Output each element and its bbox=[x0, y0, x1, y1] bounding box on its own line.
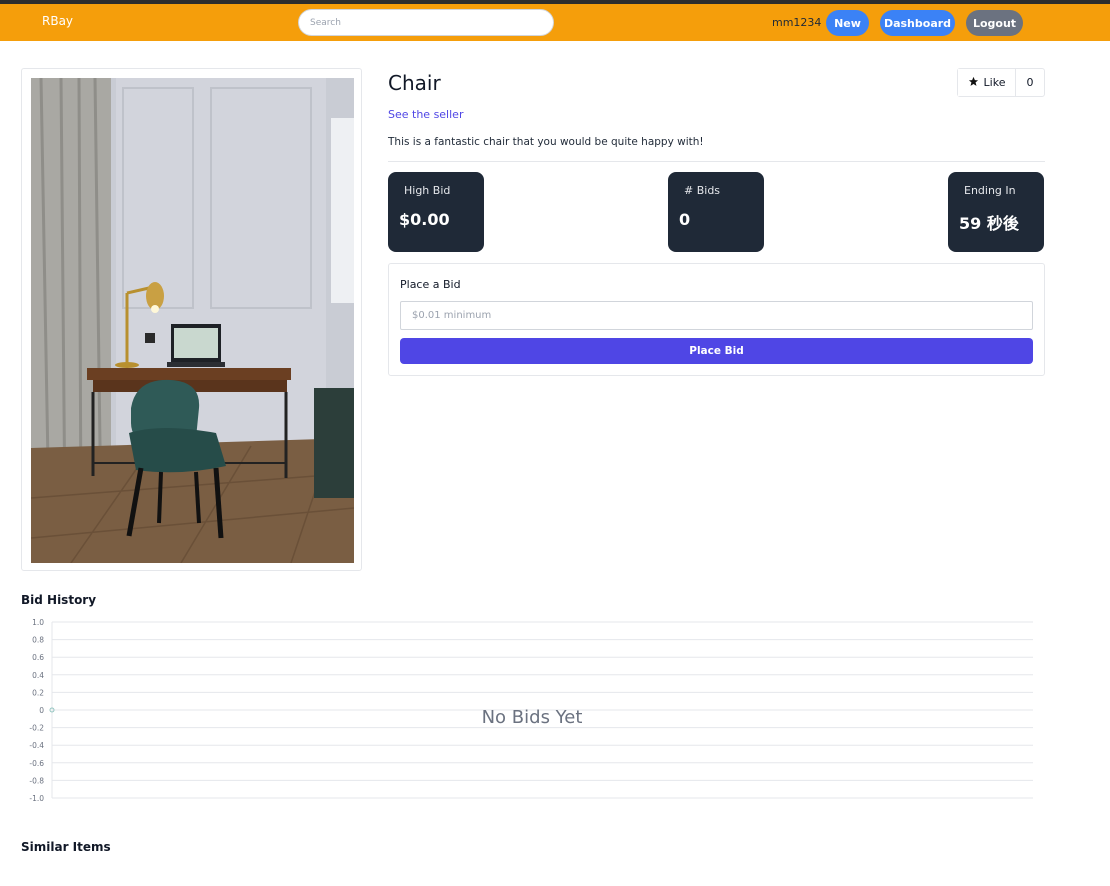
chart-y-tick-label: 0.2 bbox=[32, 688, 44, 697]
divider bbox=[388, 161, 1045, 162]
see-seller-link[interactable]: See the seller bbox=[388, 108, 463, 121]
stat-value: 59 秒後 bbox=[959, 214, 1019, 233]
chart-y-tick-label: 0 bbox=[39, 706, 44, 715]
stat-label: # Bids bbox=[684, 184, 721, 197]
chart-y-tick-label: 0.6 bbox=[32, 653, 44, 662]
star-icon bbox=[968, 76, 979, 90]
stat-label: High Bid bbox=[404, 184, 451, 197]
chart-y-tick-label: -0.6 bbox=[29, 759, 44, 768]
like-button[interactable]: Like bbox=[958, 69, 1016, 96]
stat-high-bid: High Bid $0.00 bbox=[388, 172, 484, 252]
like-count: 0 bbox=[1026, 76, 1034, 89]
dashboard-button[interactable]: Dashboard bbox=[880, 10, 955, 36]
item-title: Chair bbox=[388, 71, 441, 95]
similar-items-heading: Similar Items bbox=[21, 840, 111, 854]
new-button[interactable]: New bbox=[826, 10, 869, 36]
chart-y-tick-label: -0.2 bbox=[29, 724, 44, 733]
chart-y-tick-label: 1.0 bbox=[32, 618, 44, 627]
place-bid-card: Place a Bid Place Bid bbox=[388, 263, 1045, 376]
bid-amount-input[interactable] bbox=[400, 301, 1033, 330]
stat-value: 0 bbox=[679, 210, 691, 229]
stat-value: $0.00 bbox=[399, 210, 450, 229]
stat-bid-count: # Bids 0 bbox=[668, 172, 764, 252]
chart-y-tick-label: -0.4 bbox=[29, 741, 44, 750]
place-bid-button[interactable]: Place Bid bbox=[400, 338, 1033, 364]
stat-label: Ending In bbox=[964, 184, 1016, 197]
brand-logo[interactable]: RBay bbox=[42, 14, 73, 28]
bid-history-chart: 1.0 0.8 0.6 0.4 0.2 0 -0.2 -0.4 -0.6 -0.8 -1.0 No B… bbox=[20, 615, 1040, 810]
place-bid-heading: Place a Bid bbox=[400, 278, 461, 291]
like-label: Like bbox=[983, 76, 1006, 89]
navbar: RBay mm1234 New Dashboard Logout bbox=[0, 4, 1110, 41]
item-photo bbox=[31, 78, 354, 563]
stat-ending-in: Ending In 59 秒後 bbox=[948, 172, 1044, 252]
item-photo-card bbox=[21, 68, 362, 571]
search-input[interactable] bbox=[298, 9, 554, 36]
bid-history-heading: Bid History bbox=[21, 593, 97, 607]
chart-y-tick-label: 0.8 bbox=[32, 636, 44, 645]
chart-empty-message: No Bids Yet bbox=[482, 707, 583, 728]
username-label: mm1234 bbox=[772, 16, 822, 29]
chart-y-tick-label: -1.0 bbox=[29, 794, 44, 803]
chart-y-tick-label: 0.4 bbox=[32, 671, 44, 680]
chart-y-tick-label: -0.8 bbox=[29, 776, 44, 785]
item-description: This is a fantastic chair that you would… bbox=[388, 136, 704, 148]
logout-button[interactable]: Logout bbox=[966, 10, 1023, 36]
like-widget: Like 0 bbox=[957, 68, 1045, 97]
